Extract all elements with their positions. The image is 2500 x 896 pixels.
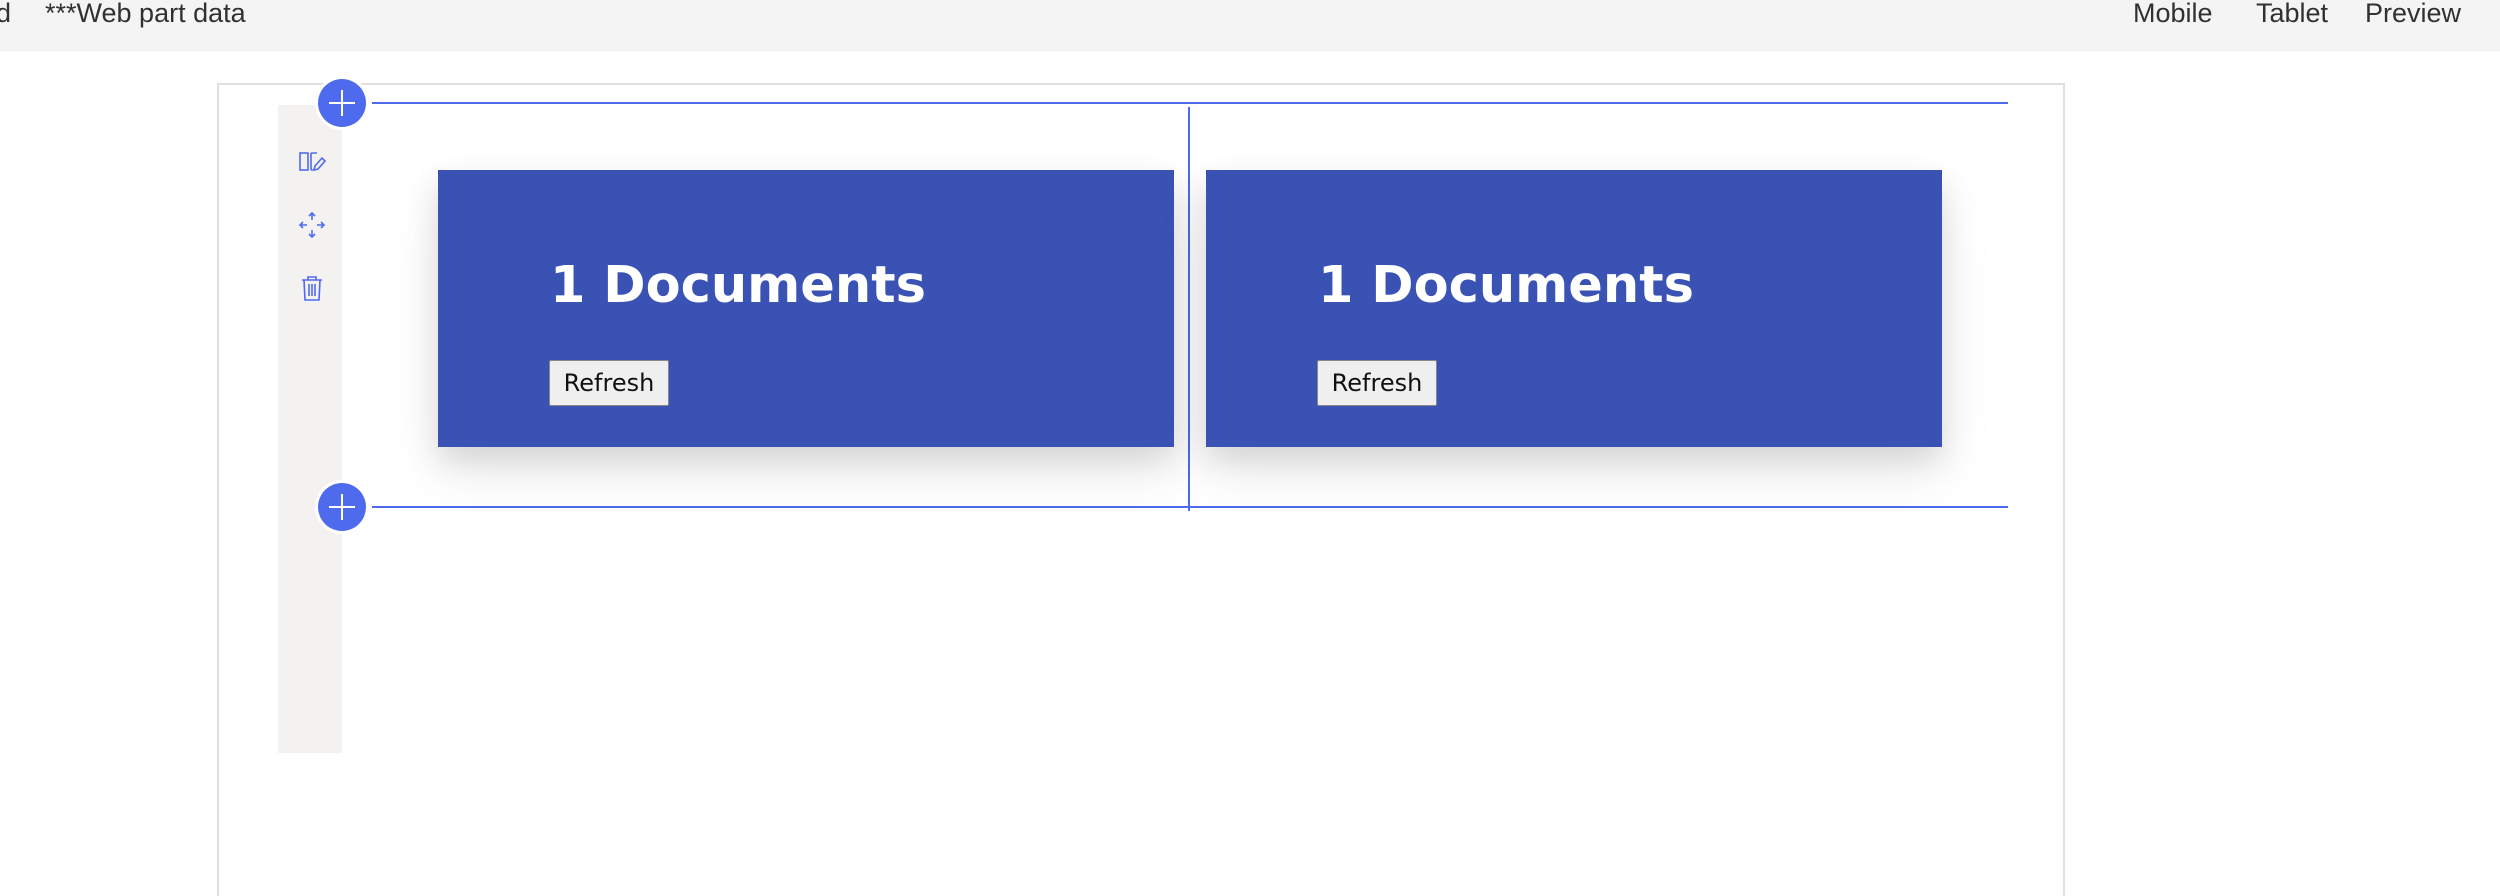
column-divider — [1188, 107, 1190, 511]
section-top-border — [372, 102, 2008, 104]
web-part-data-button[interactable]: ***Web part data — [45, 0, 246, 27]
documents-count-title: 1 Documents — [550, 256, 926, 315]
refresh-button[interactable]: Refresh — [549, 360, 669, 406]
command-bar: d ***Web part data Mobile Tablet Preview — [0, 0, 2500, 51]
mobile-view-button[interactable]: Mobile — [2133, 0, 2213, 27]
move-section-icon[interactable] — [298, 211, 326, 239]
refresh-button[interactable]: Refresh — [1317, 360, 1437, 406]
documents-count-title: 1 Documents — [1318, 256, 1694, 315]
truncated-command-item[interactable]: d — [0, 0, 11, 27]
section-toolbar — [278, 105, 342, 753]
section-bottom-border — [372, 506, 2008, 508]
add-section-below-button[interactable] — [318, 483, 366, 531]
tablet-view-button[interactable]: Tablet — [2256, 0, 2328, 27]
edit-section-icon[interactable] — [298, 148, 326, 176]
add-section-above-button[interactable] — [318, 79, 366, 127]
preview-button[interactable]: Preview — [2365, 0, 2461, 27]
delete-section-icon[interactable] — [298, 274, 326, 302]
documents-web-part[interactable]: 1 Documents Refresh — [438, 170, 1174, 447]
documents-web-part[interactable]: 1 Documents Refresh — [1206, 170, 1942, 447]
